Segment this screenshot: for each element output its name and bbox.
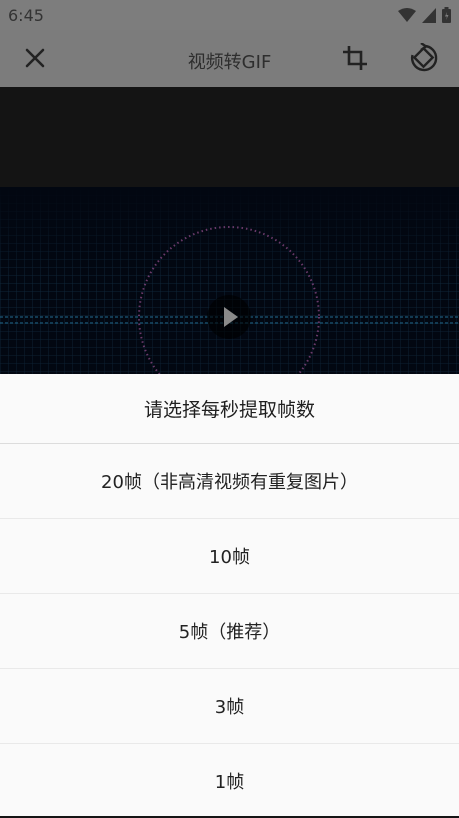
- signal-icon: [422, 7, 436, 23]
- status-bar: 6:45: [0, 0, 459, 30]
- sheet-title: 请选择每秒提取帧数: [0, 374, 459, 444]
- frame-rate-sheet: 请选择每秒提取帧数 20帧（非高清视频有重复图片） 10帧 5帧（推荐） 3帧 …: [0, 374, 459, 816]
- page-title: 视频转GIF: [187, 52, 272, 73]
- video-letterbox: [0, 87, 459, 187]
- status-icons: [398, 7, 451, 23]
- rotate-icon[interactable]: [409, 43, 439, 73]
- option-3-fps[interactable]: 3帧: [0, 669, 459, 744]
- option-1-fps[interactable]: 1帧: [0, 744, 459, 818]
- video-frame: [0, 187, 459, 374]
- play-icon[interactable]: [207, 295, 251, 339]
- option-5-fps[interactable]: 5帧（推荐）: [0, 594, 459, 669]
- option-10-fps[interactable]: 10帧: [0, 519, 459, 594]
- option-20-fps[interactable]: 20帧（非高清视频有重复图片）: [0, 444, 459, 519]
- video-preview[interactable]: [0, 187, 459, 374]
- status-time: 6:45: [8, 6, 44, 25]
- crop-icon[interactable]: [340, 43, 370, 73]
- battery-icon: [442, 7, 451, 23]
- wifi-icon: [398, 7, 416, 22]
- app-bar: 视频转GIF: [0, 30, 459, 87]
